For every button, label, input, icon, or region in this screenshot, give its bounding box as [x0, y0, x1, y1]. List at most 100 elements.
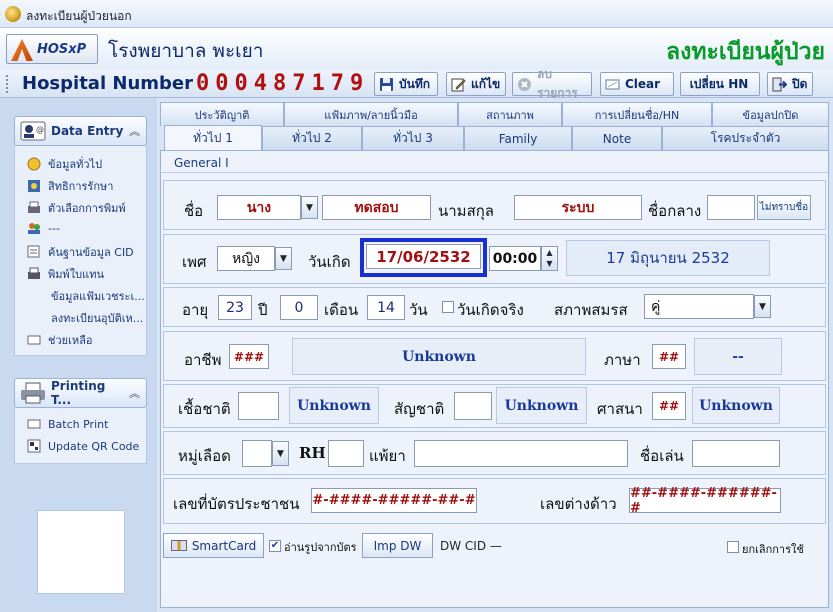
tab-general-3[interactable]: ทั่วไป 3 — [362, 126, 464, 150]
title-bar: ลงทะเบียนผู้ป่วยนอก — [0, 0, 833, 28]
prefix-select[interactable]: นาง — [217, 195, 301, 220]
first-name-field[interactable]: ทดสอบ — [322, 195, 431, 220]
delete-icon — [517, 77, 532, 92]
blood-dropdown-icon[interactable]: ▼ — [272, 441, 289, 466]
occupation-code-field[interactable]: ### — [229, 344, 269, 369]
nickname-field[interactable] — [692, 440, 780, 467]
hn-value: 000487179 — [196, 71, 370, 96]
read-photo-label: อ่านรูปจากบัตร — [284, 541, 357, 554]
time-field[interactable]: 00:00 — [489, 246, 541, 271]
data-entry-header[interactable]: @ Data Entry ︽ — [14, 116, 147, 146]
general-label: General I — [174, 156, 229, 170]
logo-text: HOSxP — [37, 42, 87, 57]
tab-general-2[interactable]: ทั่วไป 2 — [262, 126, 362, 150]
printing-list: Batch Print Update QR Code — [14, 408, 147, 464]
prefix-dropdown-icon[interactable]: ▼ — [301, 196, 318, 219]
sex-select[interactable]: หญิง — [217, 246, 275, 271]
religion-code-field[interactable]: ## — [652, 392, 686, 420]
hosxp-logo: HOSxP — [6, 34, 98, 64]
tab-hidden-info[interactable]: ข้อมูลปกปิด — [712, 102, 829, 126]
sidebar-item-update-qr[interactable]: Update QR Code — [27, 439, 139, 453]
collapse-chevron-icon[interactable]: ︽ — [129, 123, 140, 139]
nickname-label: ชื่อเล่น — [640, 447, 684, 465]
tab-photo-fingerprint[interactable]: แฟ้มภาพ/ลายนิ้วมือ — [284, 102, 458, 126]
language-code-field[interactable]: ## — [652, 344, 686, 369]
foreign-id-field[interactable]: ##-####-######-# — [629, 486, 781, 516]
allergy-field[interactable] — [414, 440, 628, 467]
nationality-name: Unknown — [496, 387, 587, 424]
edit-button[interactable]: แก้ไข — [446, 72, 506, 96]
real-dob-checkbox[interactable] — [442, 301, 454, 313]
marital-select[interactable]: คู่ — [644, 294, 754, 319]
allergy-label: แพ้ยา — [369, 447, 406, 465]
nationality-code-field[interactable] — [454, 392, 492, 420]
middle-name-label: ชื่อกลาง — [648, 202, 702, 220]
read-photo-checkbox[interactable]: ✔ — [269, 540, 281, 552]
rh-field[interactable] — [328, 440, 364, 467]
dob-field[interactable]: 17/06/2532 — [366, 244, 481, 269]
sidebar-item-separator[interactable]: --- — [27, 221, 60, 235]
marital-dropdown-icon[interactable]: ▼ — [754, 295, 771, 318]
sidebar-item-general[interactable]: ข้อมูลทั่วไป — [27, 155, 102, 173]
unknown-name-button[interactable]: ไม่ทราบชื่อ — [757, 195, 811, 220]
patient-photo — [37, 510, 125, 594]
sidebar-item-batch-print[interactable]: Batch Print — [27, 417, 108, 431]
race-code-field[interactable] — [238, 392, 279, 420]
sidebar-item-print-options[interactable]: ตัวเลือกการพิมพ์ — [27, 199, 126, 217]
blood-label: หมู่เลือด — [178, 447, 231, 465]
info-icon — [27, 157, 41, 171]
age-days-field: 14 — [367, 295, 405, 320]
blood-select[interactable] — [242, 440, 272, 467]
printing-header[interactable]: Printing T... ︽ — [14, 378, 147, 408]
sidebar-item-rights[interactable]: สิทธิการรักษา — [27, 177, 113, 195]
last-name-label: นามสกุล — [438, 202, 494, 220]
middle-name-field[interactable] — [707, 195, 755, 220]
save-button[interactable]: บันทึก — [374, 72, 438, 96]
tab-general-1[interactable]: ทั่วไป 1 — [164, 125, 262, 151]
sidebar-item-print-replacement[interactable]: พิมพ์ใบแทน — [27, 265, 104, 283]
sex-dropdown-icon[interactable]: ▼ — [275, 247, 292, 270]
tab-relatives[interactable]: ประวัติญาติ — [160, 102, 284, 126]
delete-button[interactable]: ลบรายการ — [512, 67, 592, 100]
age-years-field: 23 — [218, 295, 252, 320]
change-hn-button[interactable]: เปลี่ยน HN — [680, 72, 760, 96]
imp-dw-button[interactable]: Imp DW — [362, 533, 433, 558]
race-label: เชื้อชาติ — [178, 400, 231, 418]
collapse-chevron-icon[interactable]: ︽ — [129, 385, 140, 401]
tab-status[interactable]: สถานภาพ — [458, 102, 562, 126]
tab-family[interactable]: Family — [464, 126, 572, 150]
marital-label: สภาพสมรส — [554, 301, 628, 319]
qr-code-icon — [27, 439, 41, 453]
time-spinner[interactable]: ▲ ▼ — [541, 246, 558, 271]
divider — [160, 172, 828, 173]
sidebar-item-help[interactable]: ช่วยเหลือ — [27, 331, 92, 349]
printer-icon — [27, 267, 41, 281]
age-months-field: 0 — [280, 295, 318, 320]
cid-field[interactable]: #-####-#####-##-# — [311, 488, 477, 513]
exit-icon — [772, 77, 788, 92]
tab-name-hn-change[interactable]: การเปลี่ยนชื่อ/HN — [562, 102, 712, 126]
sidebar-item-medical-record[interactable]: ข้อมูลแฟ้มเวชระเ... — [51, 287, 145, 305]
pencil-icon — [451, 77, 466, 92]
age-label: อายุ — [182, 301, 209, 319]
dob-text-display: 17 มิถุนายน 2532 — [566, 240, 770, 276]
smartcard-button[interactable]: SmartCard — [163, 533, 264, 558]
foreign-id-label: เลขต่างด้าว — [540, 495, 617, 513]
users-icon — [27, 221, 41, 235]
toolbar-grip[interactable] — [6, 75, 9, 93]
data-entry-list: ข้อมูลทั่วไป สิทธิการรักษา ตัวเลือกการพิ… — [14, 146, 147, 356]
race-name: Unknown — [289, 387, 379, 424]
last-name-field[interactable]: ระบบ — [514, 195, 642, 220]
tab-chronic-disease[interactable]: โรคประจำตัว — [662, 126, 829, 150]
name-label: ชื่อ — [184, 202, 204, 220]
tab-note[interactable]: Note — [572, 126, 662, 150]
cancel-use-checkbox[interactable] — [727, 541, 739, 553]
language-label: ภาษา — [604, 351, 641, 369]
clear-button[interactable]: Clear — [600, 72, 674, 96]
eraser-icon — [605, 77, 620, 92]
close-button[interactable]: ปิด — [767, 72, 813, 96]
sidebar-item-cid-search[interactable]: ค้นฐานข้อมูล CID — [27, 243, 134, 261]
hn-label: Hospital Number — [22, 73, 193, 94]
sidebar-item-accident-register[interactable]: ลงทะเบียนอุบัติเห... — [51, 309, 143, 327]
days-unit: วัน — [409, 301, 428, 319]
